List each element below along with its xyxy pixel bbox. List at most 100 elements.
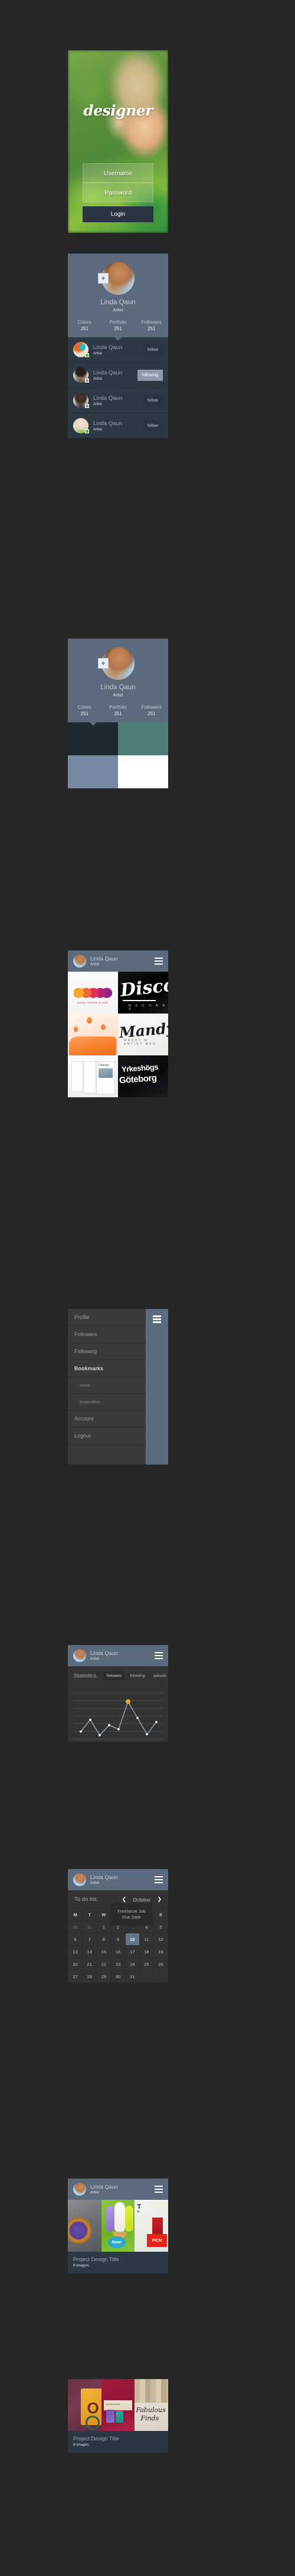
portfolio-tile[interactable]: Change xyxy=(68,1055,118,1097)
hamburger-icon[interactable] xyxy=(155,1651,163,1660)
portfolio-tile[interactable] xyxy=(68,1014,118,1055)
calendar-day[interactable]: 21 xyxy=(82,1958,97,1970)
color-swatch[interactable] xyxy=(68,722,118,755)
login-button[interactable]: Login xyxy=(83,206,153,222)
calendar-day[interactable]: 14 xyxy=(82,1945,97,1958)
follow-button[interactable]: follow xyxy=(143,344,163,356)
novice-logo-icon xyxy=(74,986,112,1000)
calendar-day[interactable]: 19 xyxy=(153,1945,169,1958)
calendar-day[interactable]: 1 xyxy=(96,1920,112,1933)
project-title: Project Design Title xyxy=(73,2256,119,2262)
project-footer: Project Design Title 8 images. xyxy=(68,2431,168,2453)
follower-row[interactable]: Linda Qaun Artist following xyxy=(68,363,168,388)
calendar-day[interactable]: 18 xyxy=(139,1945,154,1958)
calendar-day[interactable]: 9 xyxy=(110,1933,126,1946)
following-button[interactable]: following xyxy=(137,369,163,381)
calendar-day[interactable]: 30 xyxy=(67,1920,83,1933)
calendar-day[interactable]: 7 xyxy=(82,1933,97,1946)
calendar-day[interactable]: 13 xyxy=(67,1945,83,1958)
profile-stats: Colors 251 Portfolio 251 Followers 251 xyxy=(68,705,168,716)
project-image[interactable] xyxy=(68,2200,101,2252)
calendar-day[interactable]: 25 xyxy=(139,1958,154,1970)
stat-portfolio[interactable]: Portfolio 251 xyxy=(101,320,135,331)
tile-title: Disco xyxy=(119,975,168,1001)
portfolio-tile[interactable]: young creatives at work. xyxy=(68,972,118,1014)
profile-name: Linda Qaun xyxy=(90,1874,118,1880)
calendar-day[interactable]: 8 xyxy=(96,1933,112,1946)
plus-icon[interactable]: + xyxy=(98,658,109,669)
follower-row[interactable]: Linda Qaun Artist follow xyxy=(68,337,168,363)
follow-button[interactable]: follow xyxy=(143,420,163,432)
calendar-day[interactable]: 31 xyxy=(82,1920,97,1933)
follower-row[interactable]: Linda Qaun Artist follow xyxy=(68,413,168,438)
photo-shape xyxy=(99,1068,113,1078)
stat-colors[interactable]: Colors 251 xyxy=(68,320,101,331)
calendar-day[interactable]: 17 xyxy=(124,1945,140,1958)
portfolio-tile[interactable]: Mandy MANDY W · ARTIST MAN xyxy=(118,1014,168,1055)
profile-hero: + Linda Qaun Artist Colors 251 Portfolio… xyxy=(68,254,168,341)
portfolio-tile[interactable]: Yrkeshögs Göteborg xyxy=(118,1055,168,1097)
calendar-day[interactable]: 11 xyxy=(139,1933,154,1946)
calendar-day[interactable]: 27 xyxy=(67,1970,83,1983)
hero-caret xyxy=(114,337,122,341)
project-image[interactable]: Fabulous Finds xyxy=(135,2379,169,2431)
calendar-day[interactable]: 24 xyxy=(124,1958,140,1970)
calendar-week-row: 20 21 22 23 24 25 26 xyxy=(67,1958,169,1970)
color-swatch[interactable] xyxy=(118,755,168,788)
underline-rule xyxy=(123,1000,156,1001)
stat-value: 251 xyxy=(114,711,122,716)
hamburger-icon[interactable] xyxy=(155,957,163,965)
tab-following[interactable]: following xyxy=(127,1672,148,1680)
color-swatch[interactable] xyxy=(68,755,118,788)
username-placeholder: Username xyxy=(103,169,133,177)
chevron-right-icon[interactable]: ❯ xyxy=(157,1896,162,1903)
password-placeholder: Password xyxy=(104,189,132,196)
project-image[interactable]: O xyxy=(68,2379,101,2431)
calendar-day[interactable]: 28 xyxy=(82,1970,97,1983)
project-image[interactable]: New! xyxy=(101,2200,135,2252)
calendar-day[interactable]: 6 xyxy=(67,1933,83,1946)
profile-role: Artist xyxy=(90,1657,99,1661)
stat-colors[interactable]: Colors 251 xyxy=(68,705,101,716)
calendar-day[interactable]: 15 xyxy=(96,1945,112,1958)
plus-icon[interactable]: + xyxy=(98,273,109,284)
calendar-week-row: 6 7 8 9 10 11 12 xyxy=(67,1933,169,1946)
calendar-day[interactable]: 30 xyxy=(110,1970,126,1983)
calendar-day[interactable]: 22 xyxy=(96,1958,112,1970)
tab-followers[interactable]: followers xyxy=(103,1672,125,1680)
statistics-chart xyxy=(73,1685,163,1742)
follower-row[interactable]: Linda Qaun Artist follow xyxy=(68,388,168,413)
hamburger-icon[interactable] xyxy=(153,1315,161,1323)
username-input[interactable]: Username xyxy=(83,163,153,183)
profile-name: Linda Qaun xyxy=(100,299,136,306)
calendar-day[interactable]: 16 xyxy=(110,1945,126,1958)
follow-button[interactable]: follow xyxy=(143,394,163,406)
profile-role: Artist xyxy=(90,2190,99,2195)
calendar-day[interactable]: 23 xyxy=(110,1958,126,1970)
calendar-day[interactable]: 12 xyxy=(153,1933,169,1946)
project-image[interactable]: TM PICN xyxy=(135,2200,169,2252)
stat-portfolio[interactable]: Portfolio 251 xyxy=(101,705,135,716)
project-title: Project Design Title xyxy=(73,2436,119,2442)
login-screen: designer Username Password Login xyxy=(68,50,168,233)
chevron-left-icon[interactable]: ❮ xyxy=(122,1896,127,1903)
stat-followers[interactable]: Followers 251 xyxy=(135,320,168,331)
password-input[interactable]: Password xyxy=(83,183,153,202)
app-logo: designer xyxy=(83,102,153,119)
color-swatch[interactable] xyxy=(118,722,168,755)
stat-label: Colors xyxy=(77,320,91,325)
calendar-day[interactable]: 26 xyxy=(153,1958,169,1970)
calendar-day[interactable]: 20 xyxy=(67,1958,83,1970)
stat-followers[interactable]: Followers 251 xyxy=(135,705,168,716)
hamburger-icon[interactable] xyxy=(155,1876,163,1884)
portfolio-tile[interactable]: Disco R E C O R D S xyxy=(118,972,168,1014)
calendar-screen: Linda Qaun Artist To do list. ❮ October … xyxy=(67,1869,169,1983)
calendar-day[interactable]: 29 xyxy=(96,1970,112,1983)
hamburger-icon[interactable] xyxy=(155,2185,163,2193)
calendar-day-selected[interactable]: 10 xyxy=(124,1933,140,1946)
tab-uploads[interactable]: uploads xyxy=(150,1672,170,1680)
portfolio-grid: young creatives at work. Disco R E C O R… xyxy=(68,972,168,1097)
calendar-day[interactable]: 31 xyxy=(124,1970,140,1983)
project-image[interactable]: accessories xyxy=(101,2379,135,2431)
calendar-day[interactable]: 5 xyxy=(153,1920,169,1933)
